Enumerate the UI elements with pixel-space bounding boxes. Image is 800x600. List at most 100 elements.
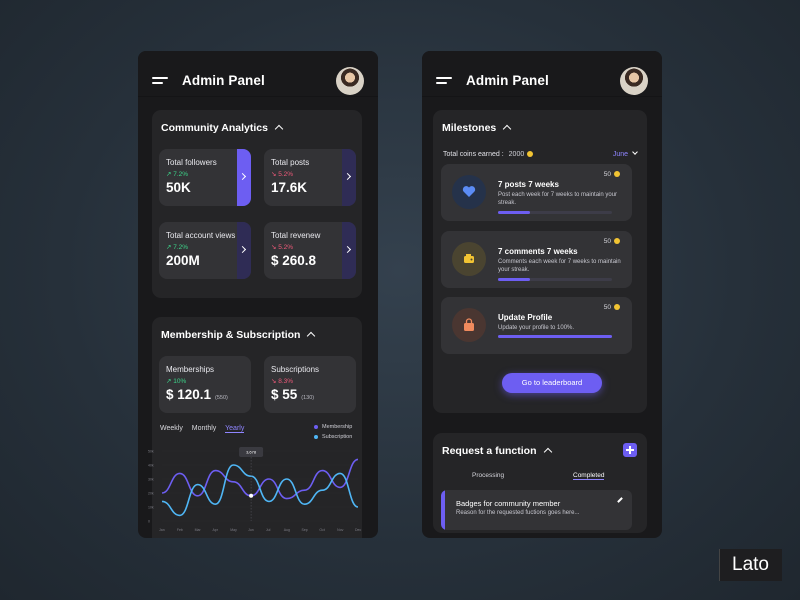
- stat-card-revenue[interactable]: Total revenew ↘ 5.2% $ 260.8: [264, 222, 356, 279]
- x-tick-label: Nov: [337, 528, 343, 532]
- chevron-right-icon[interactable]: [237, 149, 251, 206]
- tab-completed[interactable]: Completed: [573, 472, 605, 480]
- milestone-desc: Update your profile to 100%.: [498, 325, 575, 331]
- series-line-subscription: [161, 464, 359, 517]
- legend-subscription: Subscription: [314, 434, 352, 440]
- bag-icon: [452, 308, 486, 342]
- tab-monthly[interactable]: Monthly: [192, 425, 217, 432]
- x-tick-label: May: [230, 528, 237, 532]
- y-tick-label: 0: [148, 520, 150, 524]
- milestone-title: Update Profile: [498, 313, 553, 322]
- stat-label: Subscriptions: [271, 365, 320, 374]
- milestone-card[interactable]: 50 7 posts 7 weeks Post each week for 7 …: [441, 164, 632, 221]
- avatar[interactable]: [336, 67, 364, 95]
- request-function-section: Request a function Processing Completed …: [433, 433, 647, 533]
- milestone-points: 50: [604, 304, 620, 311]
- stat-label: Total followers: [166, 158, 217, 167]
- tooltip-point[interactable]: [249, 493, 254, 498]
- chevron-up-icon[interactable]: [543, 447, 552, 457]
- milestones-screen: Admin Panel Milestones Total coins earne…: [422, 51, 662, 538]
- progress-bar: [498, 335, 612, 338]
- stat-value: $ 55 (130): [271, 387, 315, 402]
- stat-label: Total account views: [166, 231, 236, 240]
- milestones-section: Milestones Total coins earned : 2000 Jun…: [433, 110, 647, 413]
- leaderboard-button[interactable]: Go to leaderboard: [502, 373, 602, 393]
- chevron-up-icon[interactable]: [307, 331, 316, 341]
- x-tick-label: Apr: [212, 528, 218, 532]
- milestone-points: 50: [604, 238, 620, 245]
- stat-card-memberships[interactable]: Memberships ↗ 10% $ 120.1 (550): [159, 356, 251, 413]
- tab-processing[interactable]: Processing: [472, 472, 504, 479]
- chevron-up-icon[interactable]: [503, 124, 512, 134]
- stat-value: 50K: [166, 180, 191, 195]
- x-tick-label: Jun: [248, 528, 254, 532]
- stat-change: ↗ 7.2%: [166, 244, 189, 251]
- line-chart: 50k 40k 30k 20k 10k 0 Jan Feb Mar Apr May Jun Jul Aug…: [148, 447, 361, 532]
- stat-label: Total posts: [271, 158, 310, 167]
- month-select[interactable]: June: [613, 149, 638, 158]
- chevron-right-icon[interactable]: [342, 222, 356, 279]
- heart-icon: [452, 175, 486, 209]
- x-tick-label: Aug: [284, 528, 290, 532]
- section-title[interactable]: Membership & Subscription: [161, 329, 316, 341]
- accent-bar: [441, 490, 445, 530]
- x-tick-label: Dec: [355, 528, 361, 532]
- stat-change: ↘ 8.3%: [271, 378, 294, 385]
- coin-icon: [614, 171, 620, 178]
- section-title[interactable]: Milestones: [442, 122, 512, 134]
- tab-yearly[interactable]: Yearly: [225, 425, 245, 433]
- x-tick-label: Feb: [177, 528, 183, 532]
- app-title: Admin Panel: [466, 73, 549, 88]
- stat-value: 17.6K: [271, 180, 308, 195]
- edit-icon[interactable]: [617, 497, 623, 503]
- app-title: Admin Panel: [182, 73, 265, 88]
- y-tick-label: 30k: [148, 478, 154, 482]
- tab-weekly[interactable]: Weekly: [160, 425, 183, 432]
- section-title[interactable]: Community Analytics: [161, 122, 284, 134]
- period-tabs: Weekly Monthly Yearly: [160, 425, 251, 433]
- x-tick-label: Sep: [302, 528, 308, 532]
- stat-value: 200M: [166, 253, 200, 268]
- milestone-points: 50: [604, 171, 620, 178]
- y-tick-label: 50k: [148, 450, 154, 454]
- add-request-button[interactable]: [623, 443, 637, 457]
- legend-membership: Membership: [314, 424, 352, 430]
- stat-change: ↗ 10%: [166, 378, 187, 385]
- stat-card-subscriptions[interactable]: Subscriptions ↘ 8.3% $ 55 (130): [264, 356, 356, 413]
- x-tick-label: Oct: [319, 528, 324, 532]
- tooltip-value: 3,678: [246, 450, 257, 455]
- coin-icon: [614, 238, 620, 245]
- stat-label: Memberships: [166, 365, 215, 374]
- avatar[interactable]: [620, 67, 648, 95]
- milestone-title: 7 posts 7 weeks: [498, 180, 559, 189]
- stat-card-account-views[interactable]: Total account views ↗ 7.2% 200M: [159, 222, 251, 279]
- analytics-screen: Admin Panel Community Analytics Total fo…: [138, 51, 378, 538]
- progress-bar: [498, 278, 612, 281]
- chevron-right-icon[interactable]: [342, 149, 356, 206]
- milestone-card[interactable]: 50 Update Profile Update your profile to…: [441, 297, 632, 354]
- stat-change: ↗ 7.2%: [166, 171, 189, 178]
- progress-bar: [498, 211, 612, 214]
- coin-icon: [614, 304, 620, 311]
- hamburger-menu-icon[interactable]: [152, 77, 168, 85]
- request-title: Badges for community member: [456, 499, 561, 508]
- wallet-icon: [452, 242, 486, 276]
- stat-card-followers[interactable]: Total followers ↗ 7.2% 50K: [159, 149, 251, 206]
- chevron-down-icon: [632, 149, 638, 155]
- font-badge: Lato: [719, 549, 782, 581]
- milestone-card[interactable]: 50 7 comments 7 weeks Comments each week…: [441, 231, 632, 288]
- chevron-right-icon[interactable]: [237, 222, 251, 279]
- top-bar: Admin Panel: [422, 51, 662, 97]
- top-bar: Admin Panel: [138, 51, 378, 97]
- chevron-up-icon[interactable]: [274, 124, 284, 134]
- stat-value: $ 120.1 (550): [166, 387, 228, 402]
- request-card[interactable]: Badges for community member Reason for t…: [441, 490, 632, 530]
- stat-change: ↘ 5.2%: [271, 171, 294, 178]
- stat-value: $ 260.8: [271, 253, 317, 268]
- x-tick-label: Mar: [195, 528, 202, 532]
- hamburger-menu-icon[interactable]: [436, 77, 452, 85]
- section-title[interactable]: Request a function: [442, 445, 552, 457]
- stat-card-posts[interactable]: Total posts ↘ 5.2% 17.6K: [264, 149, 356, 206]
- x-tick-label: Jul: [266, 528, 271, 532]
- coin-icon: [527, 151, 534, 158]
